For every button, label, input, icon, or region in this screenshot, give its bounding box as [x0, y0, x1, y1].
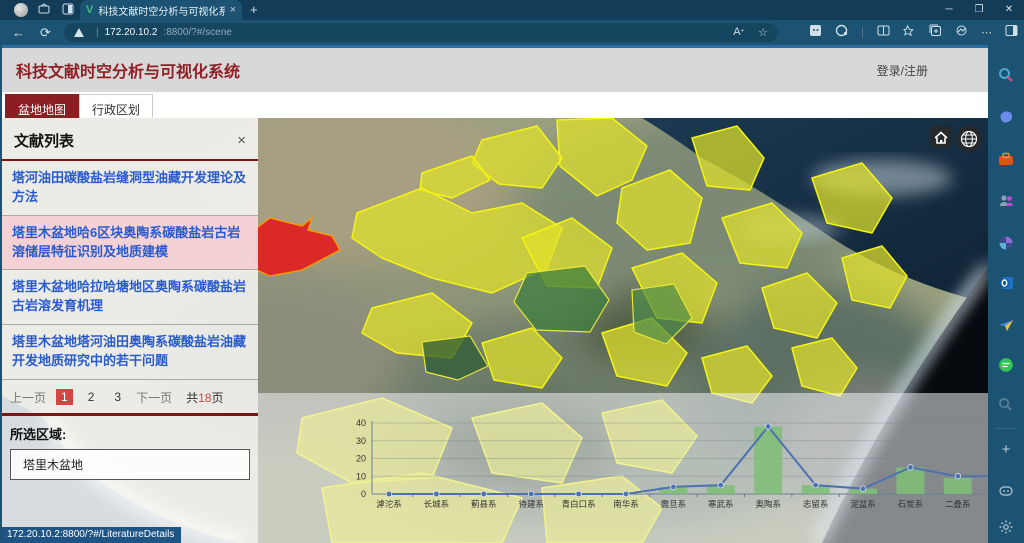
svg-text:二叠系: 二叠系 — [945, 499, 971, 509]
sidebar-divider — [996, 428, 1016, 429]
page-header: 科技文献时空分析与可视化系统 登录/注册 — [2, 48, 988, 92]
literature-item[interactable]: 塔里木盆地塔河油田奥陶系碳酸盐岩油藏开发地质研究中的若干问题 — [2, 325, 258, 380]
svg-text:南华系: 南华系 — [613, 499, 639, 509]
edge-sidebar: + — [988, 45, 1024, 543]
minimize-button[interactable]: ─ — [934, 0, 964, 20]
sidebar-toggle-icon[interactable] — [1005, 24, 1018, 40]
next-page-button[interactable]: 下一页 — [136, 389, 172, 406]
literature-item[interactable]: 塔里木盆地哈6区块奥陶系碳酸盐岩古岩溶储层特征识别及地质建模 — [2, 216, 258, 271]
browser-tab[interactable]: V 科技文献时空分析与可视化系统 × — [80, 0, 242, 20]
address-bar[interactable]: | 172.20.10.2 :8800/?#/scene Aᐩ ☆ — [64, 23, 778, 42]
copilot-icon[interactable] — [835, 24, 848, 40]
chat-icon[interactable] — [998, 357, 1014, 373]
map-content: 0 10 20 30 40 滹沱系 长城系 蓟县系 待建系 青白口系 南华系 震旦系 寒武系 奥陶系 志留系… — [2, 118, 988, 543]
svg-text:青白口系: 青白口系 — [562, 499, 596, 509]
total-pages: 共18页 — [186, 389, 223, 406]
svg-text:待建系: 待建系 — [518, 499, 544, 509]
settings-gear-icon[interactable] — [998, 519, 1014, 535]
browser-window: V 科技文献时空分析与可视化系统 × + ─ ❐ ✕ ← ⟳ | 172.20.… — [0, 0, 1024, 543]
read-aloud-icon[interactable]: Aᐩ — [733, 26, 744, 39]
maximize-button[interactable]: ❐ — [964, 0, 994, 20]
workspaces-icon[interactable] — [36, 3, 51, 17]
collections-icon[interactable] — [929, 24, 942, 40]
svg-text:震旦系: 震旦系 — [661, 499, 687, 509]
panel-title: 文献列表 — [14, 130, 74, 151]
browser-toolbar: ← ⟳ | 172.20.10.2 :8800/?#/scene Aᐩ ☆ | … — [0, 20, 1024, 45]
svg-text:寒武系: 寒武系 — [708, 499, 734, 509]
outlook-icon[interactable] — [998, 275, 1014, 291]
search-dim-icon[interactable] — [998, 397, 1014, 413]
game-assist-icon[interactable] — [998, 483, 1014, 499]
literature-item[interactable]: 塔河油田碳酸盐岩缝洞型油藏开发理论及方法 — [2, 161, 258, 216]
add-icon[interactable]: + — [998, 441, 1014, 457]
prev-page-button[interactable]: 上一页 — [10, 389, 46, 406]
svg-text:40: 40 — [356, 418, 366, 428]
page-number[interactable]: 2 — [83, 389, 100, 405]
svg-text:石炭系: 石炭系 — [898, 499, 924, 509]
favorites-bar-icon[interactable] — [903, 24, 916, 40]
copilot-sidebar-icon[interactable] — [998, 109, 1014, 125]
tab-actions-icon[interactable] — [60, 3, 75, 17]
page-numbers: 123 — [56, 389, 126, 405]
selected-region-label: 所选区域: — [2, 416, 258, 447]
svg-text:10: 10 — [356, 471, 366, 481]
vue-favicon: V — [86, 4, 93, 16]
url-host: 172.20.10.2 — [105, 27, 158, 38]
svg-text:滹沱系: 滹沱系 — [376, 499, 402, 509]
page-title: 科技文献时空分析与可视化系统 — [16, 58, 240, 82]
office-icon[interactable] — [998, 151, 1014, 167]
svg-text:泥盆系: 泥盆系 — [850, 499, 876, 509]
browser-essentials-icon[interactable] — [955, 24, 968, 40]
svg-text:20: 20 — [356, 454, 366, 464]
svg-text:0: 0 — [361, 489, 366, 499]
people-icon[interactable] — [998, 193, 1014, 209]
svg-text:奥陶系: 奥陶系 — [755, 499, 781, 509]
refresh-icon[interactable]: ⟳ — [40, 24, 51, 41]
more-icon[interactable]: ⋯ — [981, 26, 992, 39]
status-link-tooltip: 172.20.10.2:8800/?#/LiteratureDetails — [2, 527, 181, 543]
svg-text:蓟县系: 蓟县系 — [471, 499, 497, 509]
favorite-star-icon[interactable]: ☆ — [758, 26, 768, 39]
pagination: 上一页 123 下一页 共18页 — [2, 380, 258, 416]
designer-icon[interactable] — [998, 235, 1014, 251]
tab-title: 科技文献时空分析与可视化系统 — [98, 3, 224, 18]
basin-literature-chart: 0 10 20 30 40 滹沱系 长城系 蓟县系 待建系 青白口系 南华系 震旦系 寒武系 奥陶系 志留系… — [258, 393, 988, 543]
address-divider: | — [96, 27, 99, 38]
literature-panel: 文献列表 × 塔河油田碳酸盐岩缝洞型油藏开发理论及方法塔里木盆地哈6区块奥陶系碳… — [2, 118, 258, 543]
svg-text:30: 30 — [356, 436, 366, 446]
warning-icon — [74, 28, 84, 37]
map-globe-button[interactable] — [956, 126, 982, 152]
chart-overlay: 0 10 20 30 40 滹沱系 长城系 蓟县系 待建系 青白口系 南华系 震旦系 寒武系 奥陶系 志留系… — [258, 393, 988, 543]
back-icon[interactable]: ← — [12, 24, 25, 41]
literature-item[interactable]: 塔里木盆地哈拉哈塘地区奥陶系碳酸盐岩古岩溶发育机理 — [2, 270, 258, 325]
svg-text:长城系: 长城系 — [424, 499, 450, 509]
svg-text:志留系: 志留系 — [803, 499, 829, 509]
extensions-icon[interactable] — [809, 24, 822, 40]
page-number[interactable]: 1 — [56, 389, 73, 405]
browser-titlebar: V 科技文献时空分析与可视化系统 × + ─ ❐ ✕ — [0, 0, 1024, 20]
close-button[interactable]: ✕ — [994, 0, 1024, 20]
split-screen-icon[interactable] — [877, 24, 890, 40]
web-page: 科技文献时空分析与可视化系统 登录/注册 盆地地图 行政区划 — [0, 45, 988, 543]
url-path: :8800/?#/scene — [163, 27, 231, 38]
new-tab-button[interactable]: + — [250, 2, 258, 17]
drop-icon[interactable] — [998, 317, 1014, 333]
map-home-button[interactable] — [930, 126, 952, 148]
literature-items: 塔河油田碳酸盐岩缝洞型油藏开发理论及方法塔里木盆地哈6区块奥陶系碳酸盐岩古岩溶储… — [2, 161, 258, 380]
selected-region-value[interactable]: 塔里木盆地 — [10, 449, 250, 480]
search-icon[interactable] — [998, 67, 1014, 83]
login-register-link[interactable]: 登录/注册 — [877, 62, 928, 79]
panel-close-icon[interactable]: × — [237, 132, 246, 149]
tab-close-icon[interactable]: × — [230, 4, 236, 16]
profile-avatar[interactable] — [14, 3, 28, 17]
page-number[interactable]: 3 — [109, 389, 126, 405]
